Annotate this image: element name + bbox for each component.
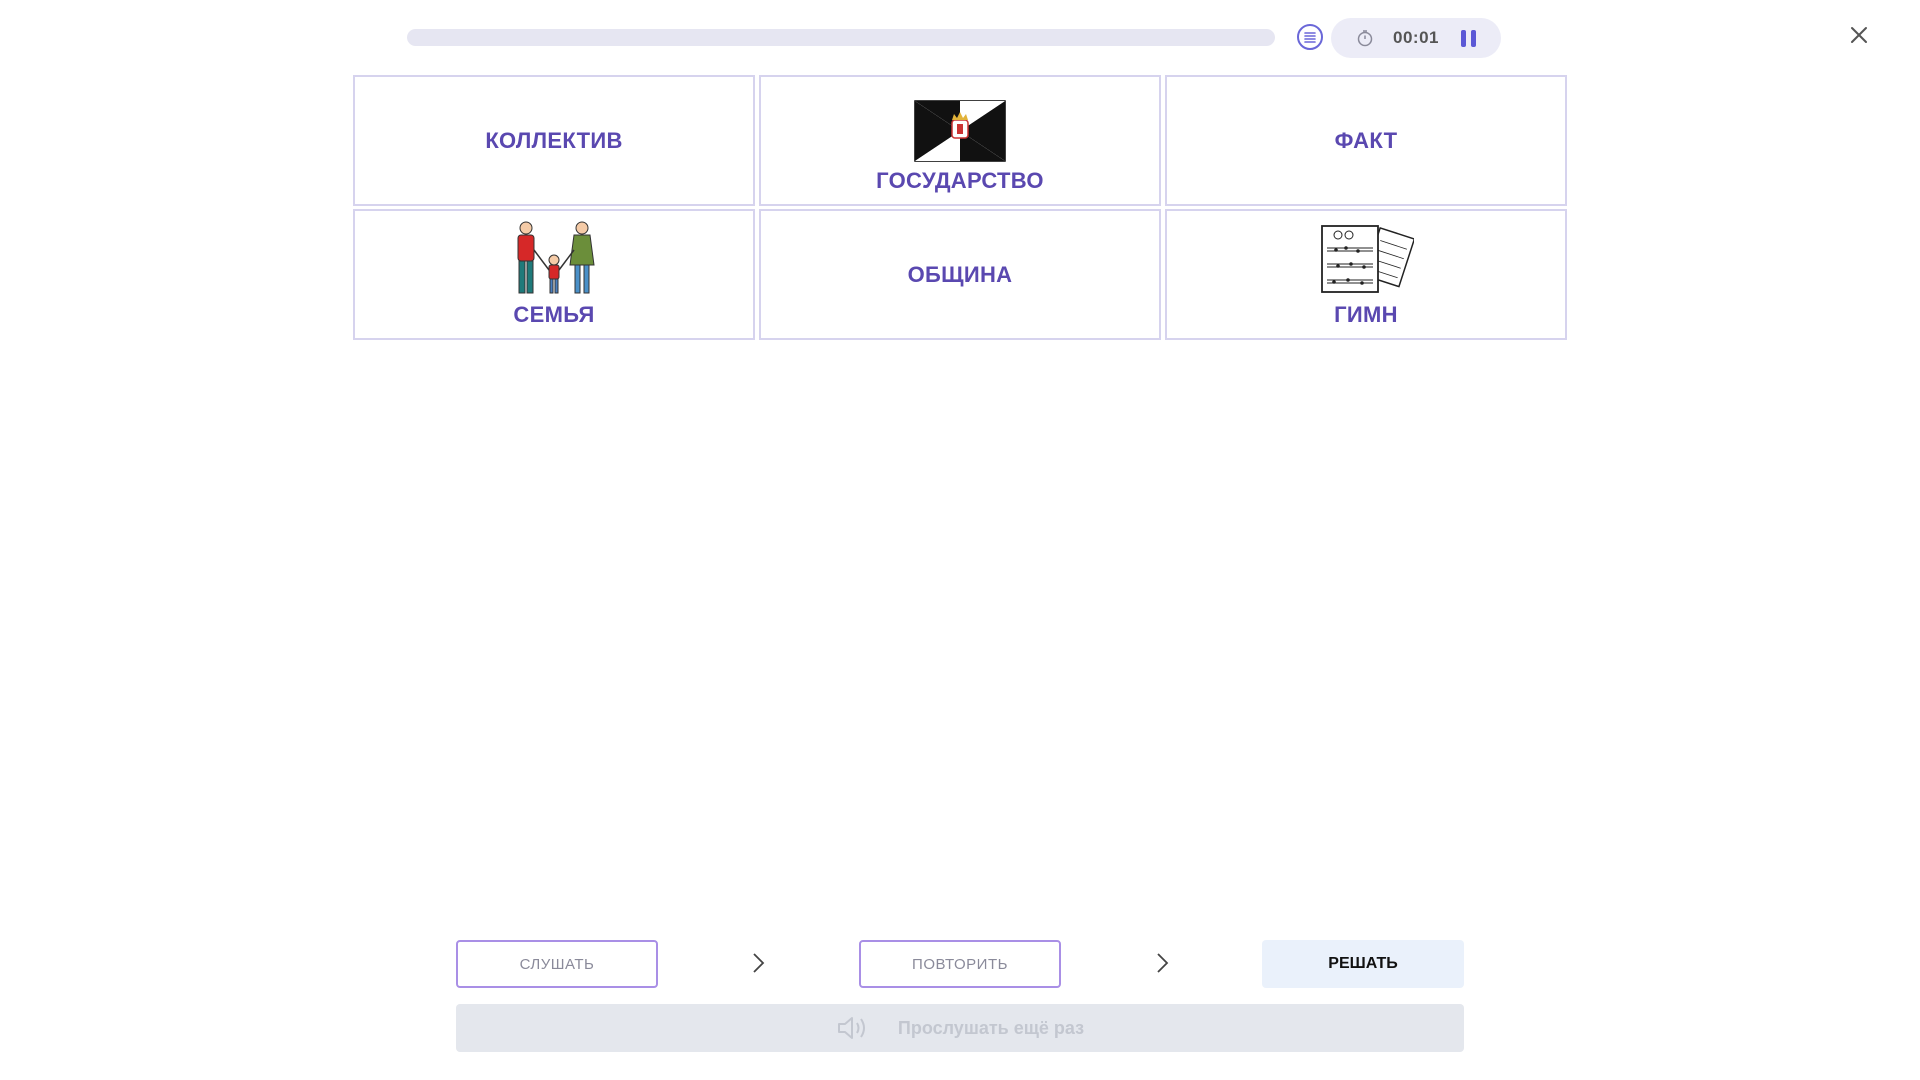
list-menu-button[interactable] [1297, 24, 1323, 50]
card-label: ГОСУДАРСТВО [876, 168, 1044, 193]
word-card[interactable]: ОБЩИНА [759, 209, 1161, 340]
card-label: КОЛЛЕКТИВ [485, 127, 623, 153]
timer-panel: 00:01 [1331, 18, 1501, 58]
word-card[interactable]: КОЛЛЕКТИВ [353, 75, 755, 206]
pause-button[interactable] [1460, 29, 1476, 47]
close-icon [1851, 27, 1867, 43]
repeat-button[interactable]: ПОВТОРИТЬ [859, 940, 1061, 988]
card-label: ФАКТ [1334, 127, 1398, 153]
list-icon [1304, 32, 1316, 43]
word-card[interactable]: ГОСУДАРСТВО [759, 75, 1161, 206]
listen-again-label: Прослушать ещё раз [897, 1017, 1085, 1038]
speaker-icon [836, 1015, 868, 1041]
word-card[interactable]: ГИМН [1165, 209, 1567, 340]
card-label: СЕМЬЯ [513, 302, 595, 327]
word-card[interactable]: ФАКТ [1165, 75, 1567, 206]
word-card[interactable]: СЕМЬЯ [353, 209, 755, 340]
card-label: ОБЩИНА [907, 261, 1013, 287]
word-card-grid: КОЛЛЕКТИВ ГОСУДАРСТВО ФАКТ СЕМЬЯ ОБЩИНА … [353, 75, 1567, 340]
listen-button[interactable]: СЛУШАТЬ [456, 940, 658, 988]
card-label: ГИМН [1334, 302, 1398, 327]
stopwatch-icon [1355, 28, 1375, 48]
close-button[interactable] [1846, 22, 1872, 48]
family-icon [517, 221, 595, 294]
chevron-right-icon [1157, 953, 1169, 973]
chevron-right-icon [753, 953, 765, 973]
progress-bar [407, 29, 1275, 46]
pause-icon [1460, 29, 1466, 47]
sheet-music-icon [1321, 225, 1414, 293]
timer-text: 00:01 [1393, 28, 1439, 47]
listen-again-button[interactable]: Прослушать ещё раз [456, 1004, 1464, 1052]
flag-icon [914, 100, 1006, 162]
solve-button[interactable]: РЕШАТЬ [1262, 940, 1464, 988]
